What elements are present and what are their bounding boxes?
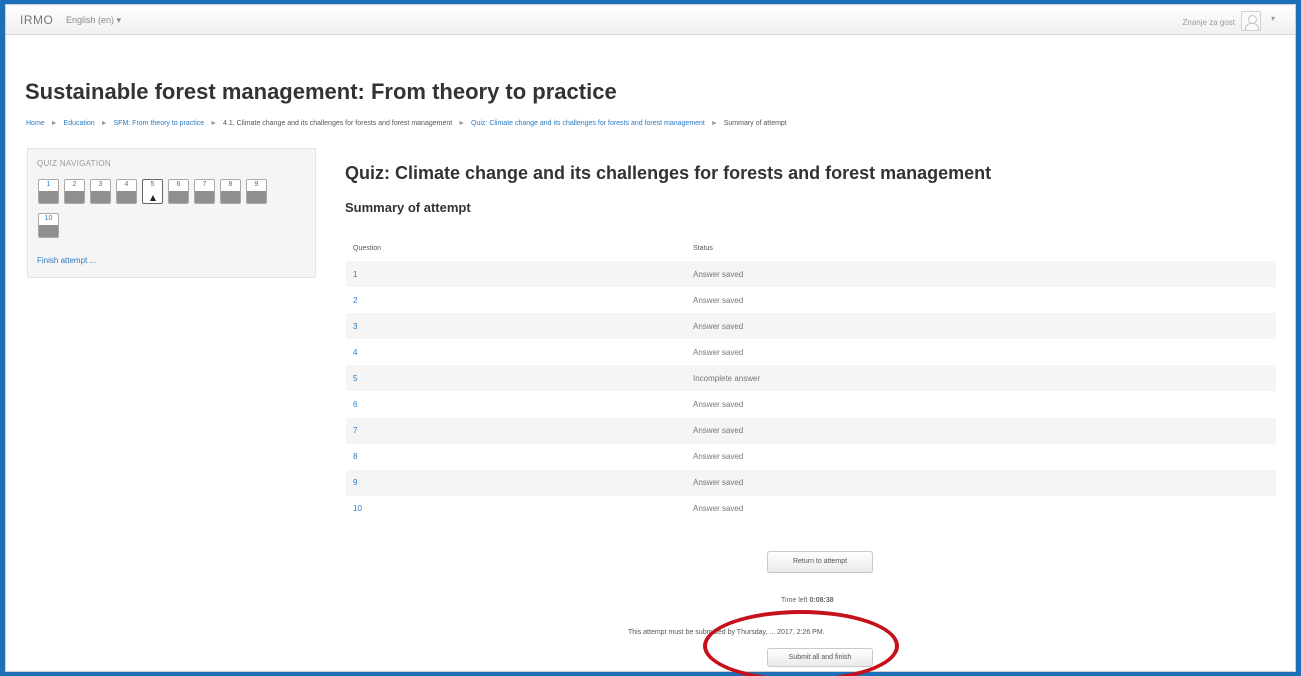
status-text: Answer saved	[693, 347, 744, 357]
site-brand-link[interactable]: IRMO	[20, 13, 53, 27]
status-text: Answer saved	[693, 400, 744, 410]
breadcrumb-education[interactable]: Education	[64, 120, 95, 127]
answered-fill	[39, 225, 58, 237]
answered-fill	[91, 191, 110, 203]
quiz-nav-button-9[interactable]: 9	[246, 179, 267, 204]
status-text: Answer saved	[693, 295, 744, 305]
quiz-nav-number: 2	[72, 181, 77, 188]
quiz-nav-button-6[interactable]: 6	[168, 179, 189, 204]
question-link[interactable]: 6	[346, 391, 686, 417]
table-header-row: Question Status	[346, 235, 1276, 261]
quiz-nav-button-8[interactable]: 8	[220, 179, 241, 204]
table-row: 8 Answer saved	[346, 444, 1276, 470]
table-row: 9 Answer saved	[346, 469, 1276, 496]
quiz-nav-number: 8	[228, 181, 233, 188]
table-row: 5 Incomplete answer	[346, 365, 1276, 392]
quiz-nav-number: 1	[46, 181, 51, 188]
breadcrumb-separator-icon: ►	[710, 120, 718, 127]
table-row: 6 Answer saved	[346, 391, 1276, 417]
answered-fill	[195, 191, 214, 203]
summary-heading: Summary of attempt	[345, 200, 471, 215]
answered-fill	[247, 191, 266, 203]
quiz-nav-number: 4	[124, 181, 129, 188]
quiz-nav-button-2[interactable]: 2	[64, 179, 85, 204]
user-avatar-icon[interactable]	[1241, 11, 1261, 31]
quiz-nav-number: 7	[202, 181, 207, 188]
breadcrumb-separator-icon: ►	[210, 120, 218, 127]
quiz-nav-button-7[interactable]: 7	[194, 179, 215, 204]
breadcrumb-quiz[interactable]: Quiz: Climate change and its challenges …	[471, 120, 705, 127]
page-title: Sustainable forest management: From theo…	[25, 79, 617, 104]
status-text: Incomplete answer	[686, 365, 1276, 392]
quiz-nav-button-5[interactable]: 5	[142, 179, 163, 204]
quiz-navigation-heading: QUIZ NAVIGATION	[37, 159, 111, 168]
status-text: Answer saved	[686, 313, 1276, 340]
status-text: Answer saved	[686, 469, 1276, 496]
quiz-navigation-block: QUIZ NAVIGATION 1 2 3 4 5 6 7 8 9 10 Fin…	[27, 148, 316, 278]
column-header-question: Question	[353, 244, 382, 252]
status-text: Answer saved	[693, 452, 744, 462]
status-text: Answer saved	[686, 261, 1276, 288]
time-left-label: Time left	[781, 597, 808, 604]
breadcrumb-section: 4.1. Climate change and its challenges f…	[223, 120, 453, 127]
table-row: 1 Answer saved	[346, 261, 1276, 288]
table-row: 2 Answer saved	[346, 287, 1276, 313]
question-link[interactable]: 5	[346, 365, 686, 392]
current-question-marker-icon	[150, 195, 156, 201]
question-link[interactable]: 8	[346, 444, 686, 470]
breadcrumb-course[interactable]: SFM: From theory to practice	[114, 120, 205, 127]
breadcrumb-separator-icon: ►	[100, 120, 108, 127]
quiz-nav-button-1[interactable]: 1	[38, 179, 59, 204]
question-link[interactable]: 9	[346, 469, 686, 496]
answered-fill	[39, 191, 58, 203]
quiz-title: Quiz: Climate change and its challenges …	[345, 163, 992, 183]
breadcrumb: Home ► Education ► SFM: From theory to p…	[26, 120, 787, 127]
table-row: 3 Answer saved	[346, 313, 1276, 340]
answered-fill	[117, 191, 136, 203]
question-link[interactable]: 4	[346, 339, 686, 365]
attempt-summary-table: Question Status 1 Answer saved 2 Answer sa…	[346, 235, 1276, 522]
breadcrumb-separator-icon: ►	[458, 120, 466, 127]
time-left-value: 0:08:38	[809, 597, 834, 604]
browser-page: IRMO English (en) ▾ Znanje za gost ▾ Sus…	[5, 4, 1296, 676]
breadcrumb-home[interactable]: Home	[26, 120, 45, 127]
answered-fill	[65, 191, 84, 203]
question-link[interactable]: 1	[346, 261, 686, 288]
table-row: 10 Answer saved	[346, 496, 1276, 522]
column-header-status: Status	[693, 244, 713, 252]
quiz-nav-button-10[interactable]: 10	[38, 213, 59, 238]
table-row: 4 Answer saved	[346, 339, 1276, 365]
submit-all-and-finish-button[interactable]: Submit all and finish	[767, 648, 873, 667]
quiz-nav-number: 6	[176, 181, 181, 188]
quiz-nav-number: 3	[98, 181, 103, 188]
quiz-nav-button-4[interactable]: 4	[116, 179, 137, 204]
question-link[interactable]: 7	[346, 417, 686, 444]
question-link[interactable]: 10	[346, 496, 686, 522]
language-menu[interactable]: English (en) ▾	[66, 15, 121, 26]
breadcrumb-separator-icon: ►	[50, 120, 58, 127]
question-link[interactable]: 2	[346, 287, 686, 313]
return-to-attempt-button[interactable]: Return to attempt	[767, 551, 873, 573]
submission-deadline-text: This attempt must be submitted by Thursd…	[628, 629, 825, 636]
quiz-nav-number: 5	[150, 181, 155, 188]
status-text: Answer saved	[693, 504, 744, 514]
navbar: IRMO English (en) ▾ Znanje za gost ▾	[6, 5, 1295, 35]
breadcrumb-current: Summary of attempt	[723, 120, 787, 127]
status-text: Answer saved	[686, 417, 1276, 444]
quiz-nav-button-3[interactable]: 3	[90, 179, 111, 204]
time-left-text: Time left 0:08:38	[781, 597, 834, 604]
table-row: 7 Answer saved	[346, 417, 1276, 444]
answered-fill	[169, 191, 188, 203]
quiz-nav-number: 10	[44, 215, 53, 222]
login-info-text: Znanje za gost	[1182, 18, 1235, 27]
user-menu-caret-icon[interactable]: ▾	[1271, 14, 1275, 23]
quiz-nav-number: 9	[254, 181, 259, 188]
question-link[interactable]: 3	[346, 313, 686, 340]
finish-attempt-link[interactable]: Finish attempt ...	[37, 256, 96, 265]
answered-fill	[221, 191, 240, 203]
